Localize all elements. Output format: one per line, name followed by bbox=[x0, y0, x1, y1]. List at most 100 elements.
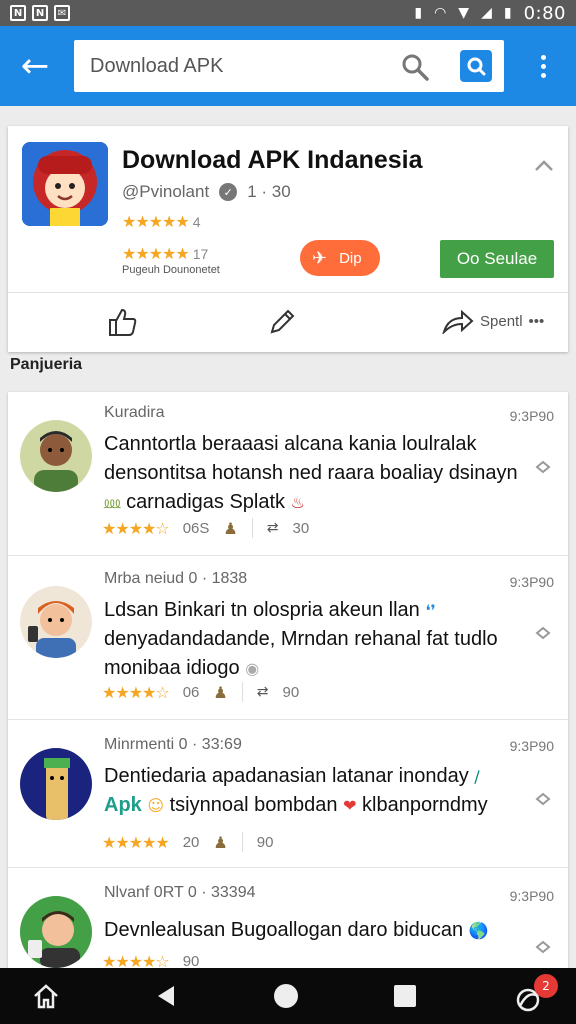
status-bar: N N ✉ ▮ ◠ ▼ ◢ ▮ 0:80 bbox=[0, 0, 576, 26]
person-icon: ♟ bbox=[223, 518, 238, 538]
expand-icon[interactable] bbox=[534, 792, 552, 806]
reviewer-name: Minrmenti 0 · 33:69 bbox=[104, 736, 242, 753]
reply-count: 90 bbox=[282, 683, 300, 701]
card-actions: Spentl ••• bbox=[8, 294, 568, 520]
navigation-bar: 2 bbox=[0, 968, 576, 1024]
recents-button[interactable] bbox=[394, 985, 416, 1007]
divider bbox=[251, 518, 253, 538]
avatar[interactable] bbox=[20, 586, 92, 658]
reply-icon[interactable]: ⇄ bbox=[267, 520, 279, 536]
wifi-icon: ◠ bbox=[434, 5, 447, 21]
plane-icon: ✈ bbox=[312, 247, 328, 269]
share-button[interactable]: Spentl ••• bbox=[442, 308, 544, 334]
search-submit-button[interactable] bbox=[460, 50, 492, 82]
status-system: ▮ ◠ ▼ ◢ ▮ 0:80 bbox=[414, 3, 566, 24]
review-footer: ★★★★☆ 06 ♟ ⇄ 90 bbox=[102, 682, 299, 702]
more-menu-button[interactable] bbox=[528, 46, 558, 86]
review-count: 20 bbox=[182, 833, 200, 851]
review-time: 9:3P90 bbox=[509, 888, 554, 904]
expand-icon[interactable] bbox=[534, 940, 552, 954]
status-notifications: N N ✉ bbox=[10, 5, 70, 21]
grass-icon: ⅏ bbox=[104, 493, 121, 512]
review-text-body: klbanporndmy bbox=[362, 794, 488, 816]
review-item[interactable]: Minrmenti 0 · 33:69 9:3P90 Dentiedaria a… bbox=[8, 720, 568, 868]
review-count: 06 bbox=[182, 683, 200, 701]
notification-icon: ✉ bbox=[54, 5, 70, 21]
review-text: Ldsan Binkari tn olospria akeun llan ❛❜ … bbox=[104, 596, 524, 683]
review-text-body: Dentiedaria apadanasian latanar inonday bbox=[104, 765, 469, 787]
app-rating-secondary: ★★★★★ 17 bbox=[122, 244, 208, 263]
arrow-left-icon: ← bbox=[20, 46, 50, 86]
review-footer: ★★★★★ 20 ♟ 90 bbox=[102, 832, 273, 852]
chevron-up-icon[interactable] bbox=[534, 158, 554, 172]
person-icon: ♟ bbox=[213, 682, 228, 702]
app-developer: @Pvinolant ✓ 1 · 30 bbox=[122, 182, 291, 202]
dp-button[interactable]: ✈ Dip bbox=[300, 240, 380, 276]
review-text-body: Ldsan Binkari tn olospria akeun llan bbox=[104, 599, 420, 621]
home-circle-button[interactable] bbox=[274, 984, 298, 1008]
reply-icon[interactable]: ⇄ bbox=[257, 684, 269, 700]
back-triangle-icon[interactable] bbox=[156, 984, 176, 1008]
search-icon[interactable] bbox=[400, 52, 430, 82]
reviewer-name: Mrba neiud 0 · 1838 bbox=[104, 570, 248, 587]
reviewer-name: Kuradira bbox=[104, 404, 165, 421]
thumbs-up-icon[interactable] bbox=[106, 306, 138, 338]
section-label: Panjueria bbox=[10, 356, 83, 373]
back-button[interactable]: ← bbox=[0, 26, 70, 106]
app-icon[interactable] bbox=[22, 142, 108, 226]
status-time: 0:80 bbox=[523, 2, 566, 24]
cell-signal-icon: ◢ bbox=[481, 5, 492, 21]
expand-icon[interactable] bbox=[534, 460, 552, 474]
review-item[interactable]: Mrba neiud 0 · 1838 9:3P90 Ldsan Binkari… bbox=[8, 556, 568, 720]
divider bbox=[8, 292, 568, 293]
review-item[interactable]: Nlvanf 0RT 0 · 33394 9:3P90 Devnlealusan… bbox=[8, 868, 568, 968]
fire-icon: ♨ bbox=[290, 493, 305, 512]
review-stars: ★★★★☆ bbox=[102, 518, 170, 538]
expand-icon[interactable] bbox=[534, 626, 552, 640]
reply-count: 90 bbox=[256, 833, 274, 851]
home-icon[interactable] bbox=[32, 982, 60, 1010]
review-text: Canntortla beraaasi alcana kania loulral… bbox=[104, 430, 524, 517]
smile-icon: ☺ bbox=[147, 796, 165, 815]
globe-icon: 🌎 bbox=[468, 921, 489, 940]
review-item[interactable]: Kuradira 9:3P90 Canntortla beraaasi alca… bbox=[8, 392, 568, 556]
app-bar: ← bbox=[0, 26, 576, 106]
avatar[interactable] bbox=[20, 896, 92, 968]
review-text-body: carnadigas Splatk bbox=[126, 491, 286, 513]
emoji-icon: ◉ bbox=[245, 659, 260, 678]
review-time: 9:3P90 bbox=[509, 738, 554, 754]
review-footer: ★★★★☆ 90 bbox=[102, 952, 199, 968]
share-icon bbox=[442, 309, 474, 334]
pencil-icon[interactable] bbox=[266, 306, 298, 338]
search-box[interactable] bbox=[74, 40, 504, 92]
avatar[interactable] bbox=[20, 748, 92, 820]
notification-badge: 2 bbox=[534, 974, 558, 998]
app-logo-icon bbox=[22, 142, 108, 226]
review-footer: ★★★★☆ 06S ♟ ⇄ 30 bbox=[102, 518, 309, 538]
review-text: Devnlealusan Bugoallogan daro biducan 🌎 bbox=[104, 916, 524, 945]
share-more-icon: ••• bbox=[528, 312, 545, 330]
verified-icon: ✓ bbox=[219, 183, 238, 201]
signal-icon: ▼ bbox=[458, 5, 470, 21]
reviewer-name: Nlvanf 0RT 0 · 33394 bbox=[104, 884, 256, 901]
review-text: Dentiedaria apadanasian latanar inonday … bbox=[104, 762, 524, 820]
notification-icon: N bbox=[10, 5, 26, 21]
apk-tag[interactable]: Apk bbox=[104, 794, 142, 816]
app-rating: ★★★★★ 4 bbox=[122, 212, 201, 231]
app-title: Download APK Indanesia bbox=[122, 146, 423, 174]
review-time: 9:3P90 bbox=[509, 574, 554, 590]
person-icon: ♟ bbox=[213, 832, 228, 852]
developer-name[interactable]: @Pvinolant bbox=[122, 182, 209, 202]
rating-count: 17 bbox=[192, 245, 209, 262]
divider bbox=[241, 832, 243, 852]
rating-stars: ★★★★★ bbox=[122, 244, 190, 263]
vibrate-icon: ▮ bbox=[414, 5, 423, 21]
reply-count: 30 bbox=[292, 519, 310, 537]
avatar[interactable] bbox=[20, 420, 92, 492]
developer-meta: 1 · 30 bbox=[247, 182, 291, 201]
battery-icon: ▮ bbox=[503, 5, 512, 21]
search-input[interactable] bbox=[90, 54, 390, 78]
review-text-body: Canntortla beraaasi alcana kania loulral… bbox=[104, 433, 518, 484]
install-button[interactable]: Oo Seulae bbox=[440, 240, 554, 278]
avatar-image bbox=[20, 748, 92, 820]
